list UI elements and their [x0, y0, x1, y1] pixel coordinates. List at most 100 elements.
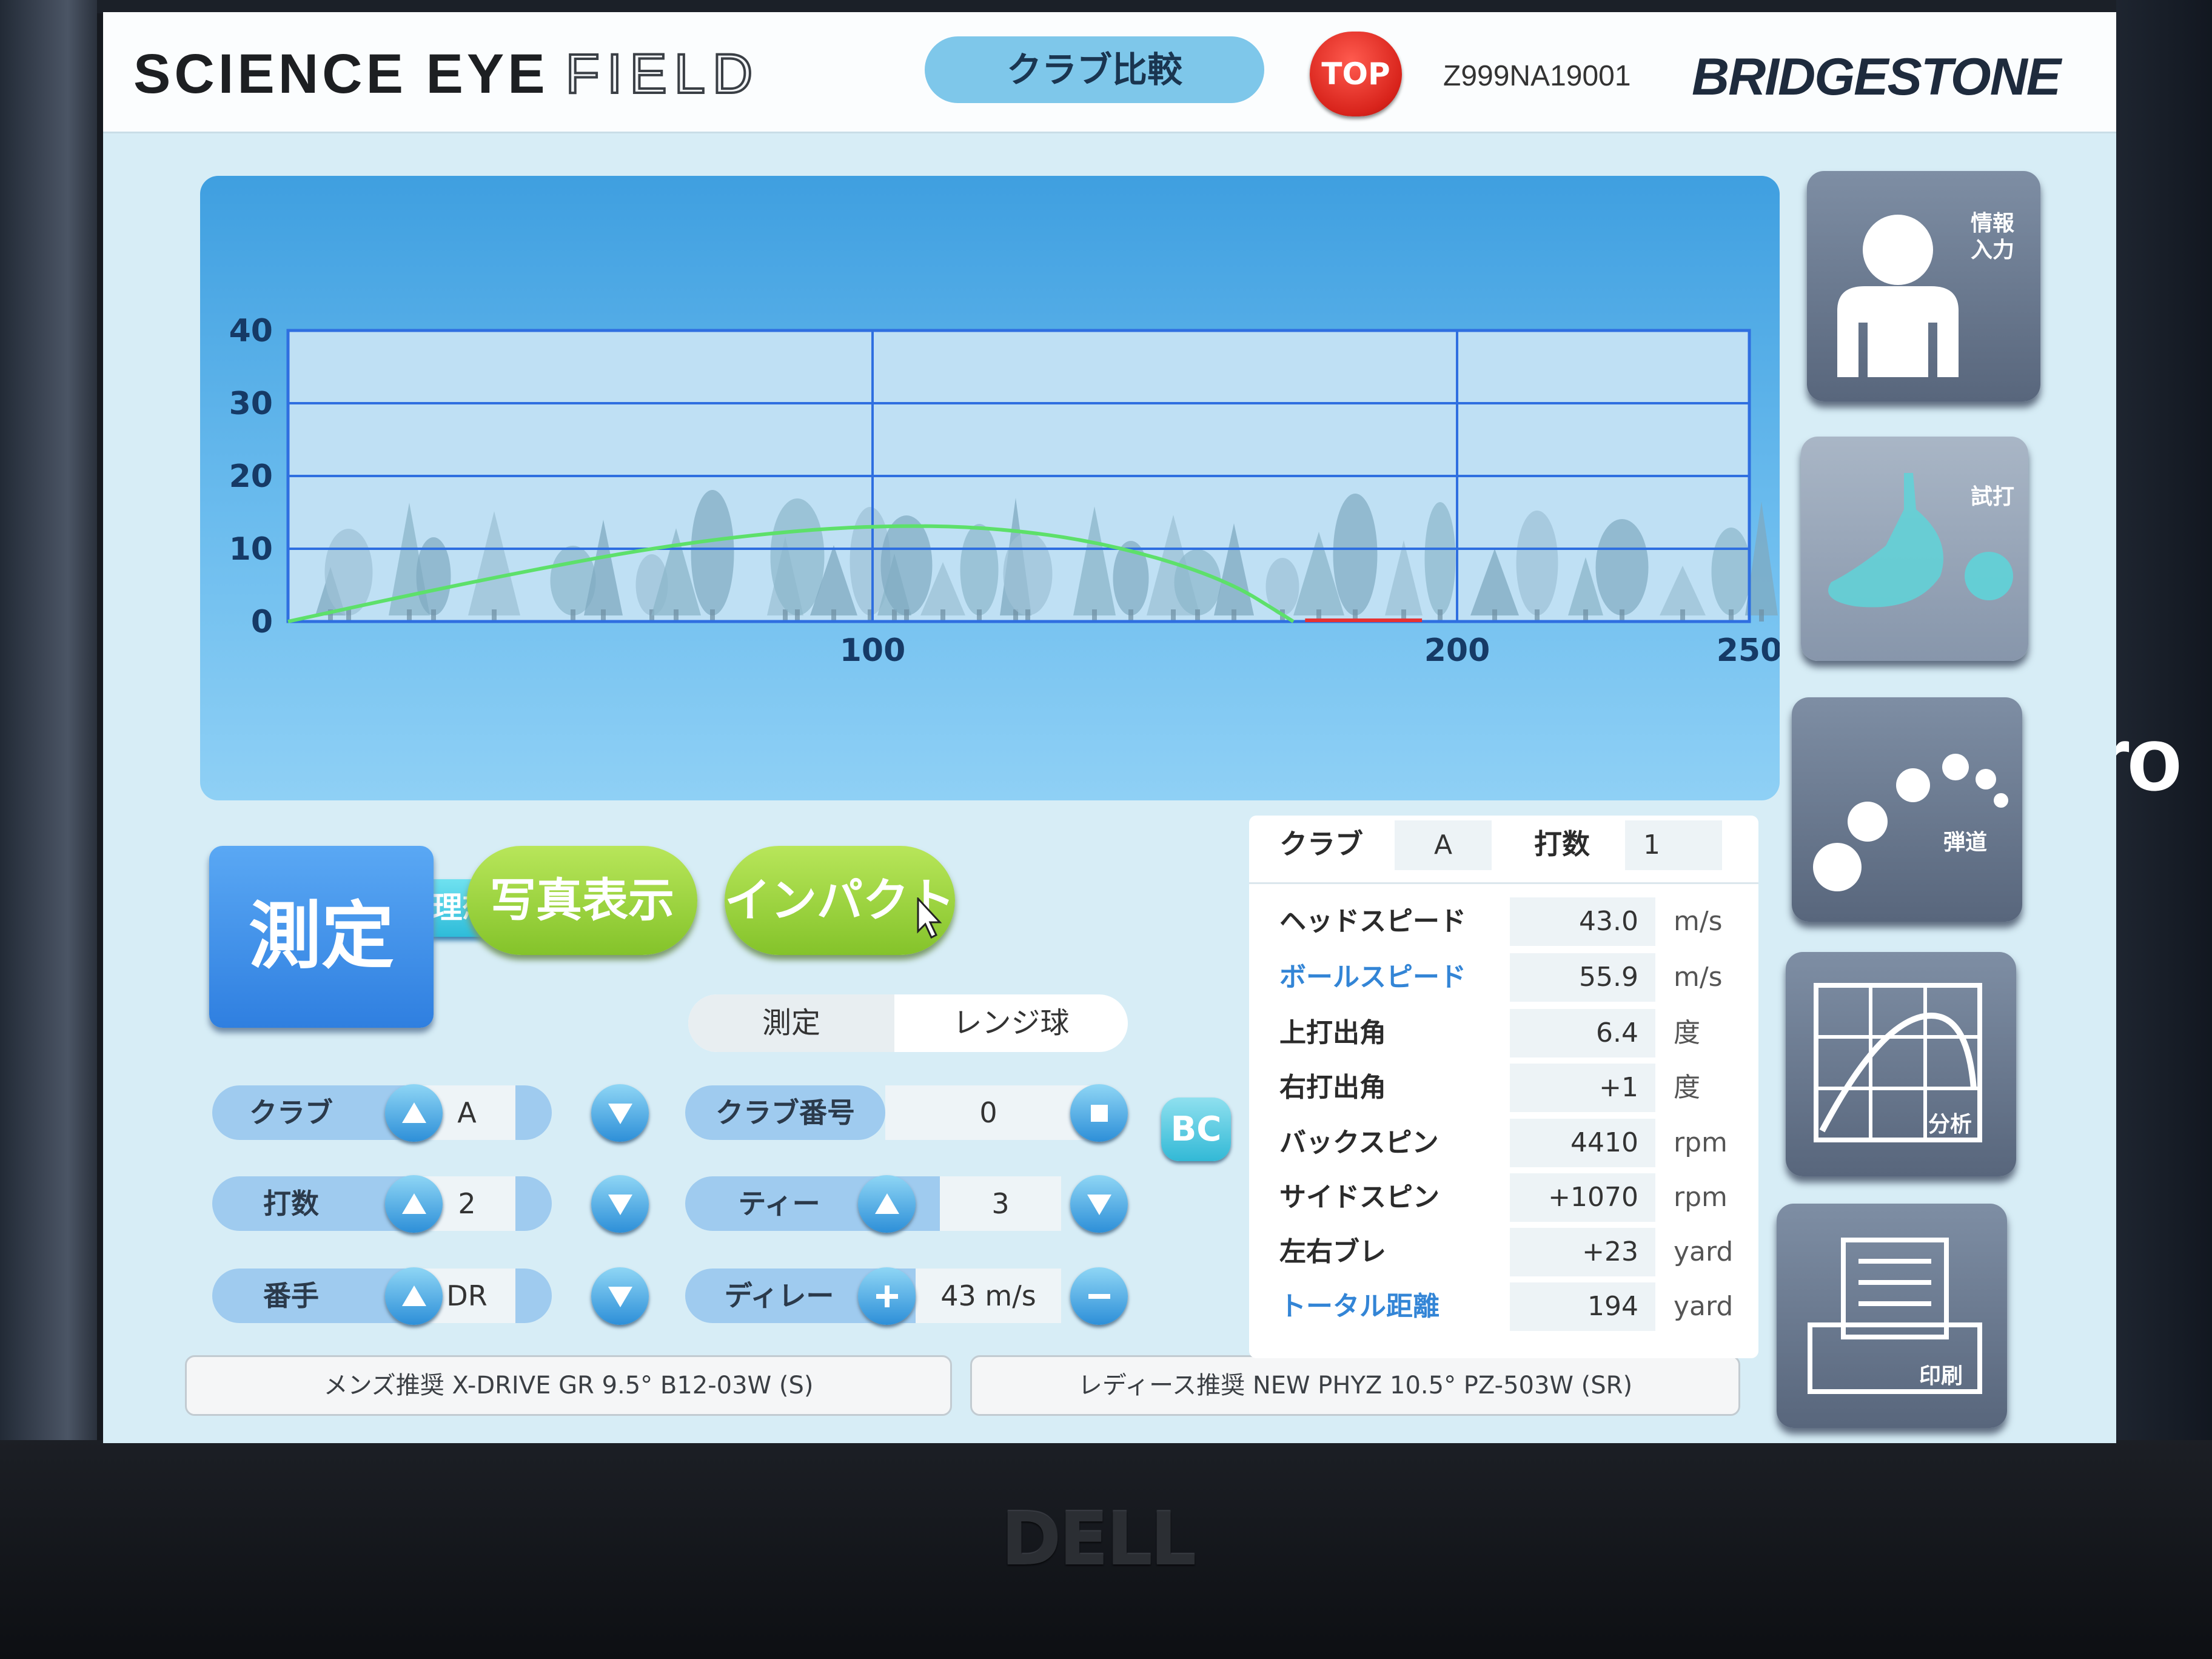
photo-display-button[interactable]: 写真表示: [467, 846, 697, 955]
shots-down-button[interactable]: [591, 1175, 649, 1233]
arrow-up-icon: [402, 1193, 426, 1214]
tree-trunk: [1680, 609, 1685, 622]
tree-trunk: [492, 609, 497, 622]
y-tick-label: 0: [251, 604, 273, 640]
row-unit-launch-angle: 度: [1674, 1017, 1700, 1048]
tree-trunk: [1025, 609, 1030, 622]
trial-hit-label: 試打: [1971, 484, 2015, 509]
row-value-side-spin: +1070: [1510, 1173, 1655, 1222]
ball-type-value[interactable]: レンジ球: [894, 994, 1128, 1052]
number-down-button[interactable]: [591, 1267, 649, 1325]
row-label-back-spin: バックスピン: [1279, 1127, 1439, 1158]
tree-trunk: [1759, 609, 1764, 622]
row-unit-head-speed: m/s: [1674, 906, 1723, 937]
info-input-label-line1: 情報: [1971, 211, 2015, 236]
tree-trunk: [977, 609, 982, 622]
tree-trunk: [601, 609, 606, 622]
arrow-up-icon: [402, 1102, 426, 1123]
device-serial: Z999NA19001: [1443, 60, 1631, 92]
tree-icon: [1003, 532, 1053, 615]
club-up-button[interactable]: [385, 1084, 443, 1142]
tree-trunk: [407, 609, 412, 622]
row-value-direction-angle: +1: [1510, 1064, 1655, 1112]
number-up-button[interactable]: [385, 1267, 443, 1325]
tree-trunk: [831, 609, 836, 622]
x-tick-label: 200: [1424, 632, 1490, 669]
bc-button[interactable]: BC: [1161, 1098, 1231, 1161]
row-value-head-speed: 43.0: [1510, 897, 1655, 946]
tree-trunk: [346, 609, 351, 622]
shot-data-panel: クラブ A 打数 1 ヘッドスピード 43.0 m/s ボールスピード 55.9…: [1249, 816, 1758, 1358]
dell-logo: DELL: [1000, 1498, 1197, 1582]
row-unit-side-spin: rpm: [1674, 1182, 1728, 1213]
info-input-label-line2: 入力: [1971, 238, 2015, 263]
row-value-total-distance: 194: [1510, 1282, 1655, 1331]
arrow-up-icon: [875, 1193, 899, 1214]
row-unit-lateral-deviation: yard: [1674, 1236, 1734, 1267]
tree-icon: [1711, 528, 1751, 615]
top-button[interactable]: TOP: [1310, 32, 1402, 116]
tree-trunk: [431, 609, 436, 622]
trajectory-label: 弾道: [1943, 830, 1988, 855]
y-axis-ticks: 40 30 20 10 0: [229, 313, 273, 640]
tree-trunk: [795, 609, 800, 622]
tree-trunk: [1729, 609, 1734, 622]
tree-trunk: [1583, 609, 1588, 622]
club-down-button[interactable]: [591, 1084, 649, 1142]
analysis-button[interactable]: 分析: [1786, 952, 2016, 1176]
row-label-direction-angle: 右打出角: [1279, 1072, 1386, 1103]
tree-trunk: [1620, 609, 1624, 622]
tree-trunk: [904, 609, 909, 622]
stop-icon: [1091, 1105, 1108, 1122]
tree-trunk: [710, 609, 715, 622]
trajectory-button[interactable]: 弾道: [1792, 697, 2022, 922]
row-label-launch-angle: 上打出角: [1279, 1017, 1386, 1048]
measure-button[interactable]: 測定: [209, 846, 434, 1028]
app-title: SCIENCE EYE FIELD: [133, 42, 982, 109]
x-axis-ticks: 100200250yard: [840, 632, 1780, 669]
trajectory-icon: [1813, 754, 2008, 891]
y-tick-label: 10: [229, 531, 273, 568]
club-number-label: クラブ番号: [685, 1085, 885, 1140]
tree-trunk: [1195, 609, 1200, 622]
info-input-button[interactable]: 情報 入力: [1807, 171, 2040, 401]
delay-minus-button[interactable]: [1070, 1267, 1128, 1325]
row-value-launch-angle: 6.4: [1510, 1009, 1655, 1057]
tree-trunk: [1171, 609, 1176, 622]
minus-icon: [1088, 1294, 1110, 1299]
arrow-down-icon: [608, 1287, 632, 1307]
y-tick-label: 20: [229, 458, 273, 495]
tree-trunk: [783, 609, 788, 622]
arrow-up-icon: [402, 1285, 426, 1306]
tree-icon: [1595, 519, 1649, 615]
monitor-bezel-top: [0, 0, 2212, 13]
ladies-recommendation: レディース推奨 NEW PHYZ 10.5° PZ-503W (SR): [970, 1355, 1740, 1416]
app-title-main: SCIENCE EYE: [133, 43, 549, 105]
row-unit-direction-angle: 度: [1674, 1072, 1700, 1103]
table-club-label: クラブ: [1279, 828, 1363, 860]
club-number-stop-button[interactable]: [1070, 1084, 1128, 1142]
row-unit-total-distance: yard: [1674, 1291, 1734, 1322]
tree-trunk: [1232, 609, 1236, 622]
person-icon: [1837, 215, 1959, 377]
tree-trunk: [1492, 609, 1497, 622]
table-shots-value: 1: [1625, 820, 1722, 870]
row-unit-back-spin: rpm: [1674, 1127, 1728, 1158]
delay-plus-button[interactable]: [858, 1267, 916, 1325]
info-input-label: 情報 入力: [1971, 210, 2025, 264]
brand-logo: BRIDGESTONE: [1692, 48, 2061, 106]
tree-trunk: [674, 609, 679, 622]
row-label-lateral-deviation: 左右ブレ: [1279, 1236, 1386, 1267]
print-button[interactable]: 印刷: [1777, 1204, 2007, 1428]
delay-value: 43 m/s: [916, 1269, 1061, 1323]
tree-trunk: [892, 609, 897, 622]
arrow-down-icon: [1087, 1195, 1111, 1215]
tee-down-button[interactable]: [1070, 1175, 1128, 1233]
tree-icon: [691, 490, 734, 615]
tee-up-button[interactable]: [858, 1175, 916, 1233]
row-label-head-speed: ヘッドスピード: [1279, 906, 1466, 937]
shots-up-button[interactable]: [385, 1175, 443, 1233]
tree-icon: [960, 524, 999, 615]
trial-hit-button[interactable]: 試打: [1801, 437, 2028, 661]
monitor-bezel-left: [0, 0, 97, 1443]
